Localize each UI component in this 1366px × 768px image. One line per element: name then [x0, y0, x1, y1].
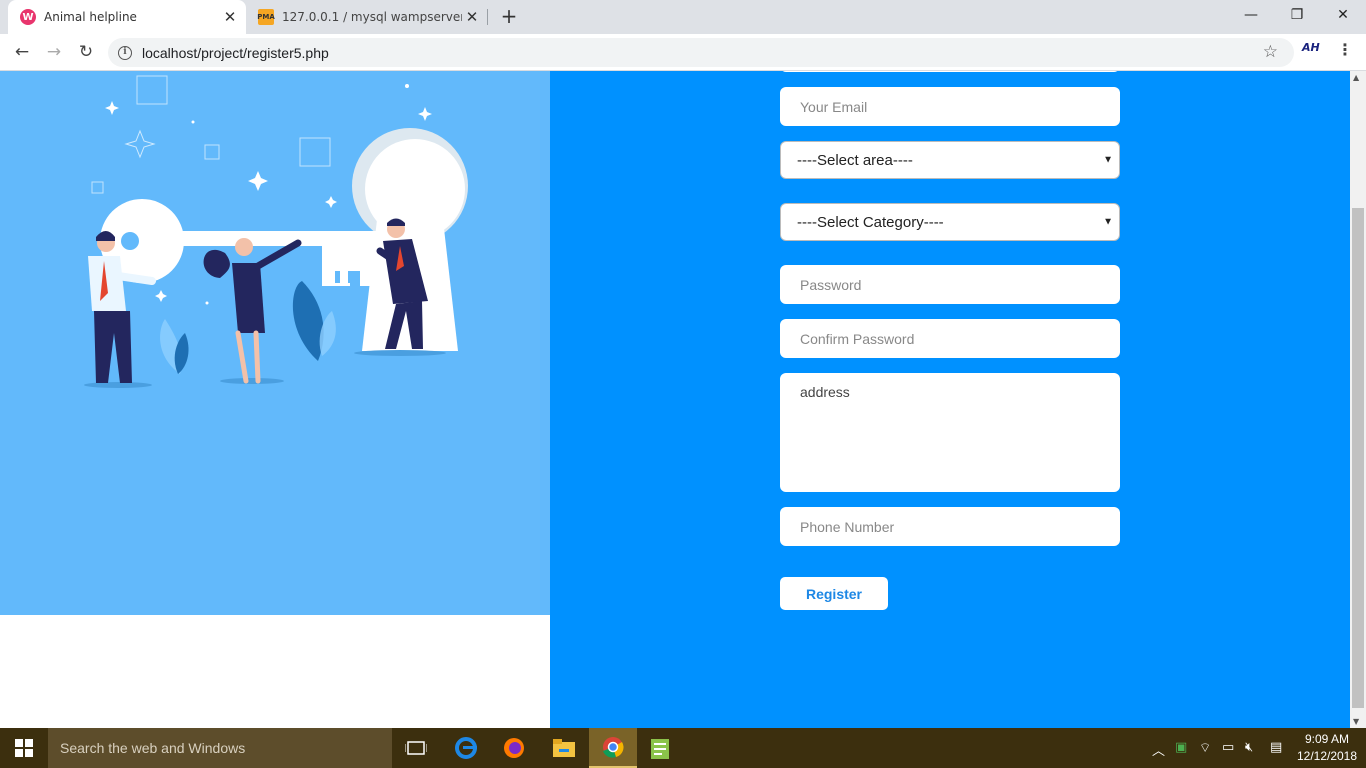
window-close-button[interactable]: ✕ [1320, 0, 1366, 30]
address-bar[interactable]: i localhost/project/register5.php ☆ [108, 38, 1294, 67]
chrome-icon[interactable] [589, 728, 637, 768]
area-select-value: ----Select area---- [797, 151, 913, 169]
bookmark-star-icon[interactable]: ☆ [1263, 42, 1278, 62]
scroll-up-arrow-icon[interactable]: ▲ [1353, 73, 1359, 82]
tab-divider [487, 9, 488, 25]
tray-chevron-up-icon[interactable]: ︿ [1152, 740, 1165, 759]
illustration-panel [0, 71, 550, 615]
file-explorer-icon[interactable] [540, 728, 588, 768]
tab-title: Animal helpline [44, 10, 137, 24]
confirm-password-placeholder: Confirm Password [800, 330, 915, 347]
password-placeholder: Password [800, 276, 862, 293]
clock-time: 9:09 AM [1304, 732, 1350, 746]
address-placeholder: address [800, 384, 850, 400]
forward-arrow-icon[interactable]: → [42, 40, 66, 64]
wamp-tray-icon[interactable]: ▣ [1175, 740, 1187, 755]
taskbar-clock[interactable]: 9:09 AM 12/12/2018 [1294, 731, 1360, 765]
password-field[interactable]: Password [780, 265, 1120, 304]
extension-icon[interactable]: AH [1302, 41, 1320, 54]
key-teamwork-illustration [84, 75, 468, 388]
firefox-icon[interactable] [490, 728, 538, 768]
page-scrollbar[interactable]: ▲ ▼ [1350, 71, 1366, 728]
info-icon[interactable]: i [118, 45, 132, 60]
dropdown-caret-icon: ▼ [1103, 154, 1113, 166]
area-select[interactable]: ----Select area---- ▼ [780, 141, 1120, 179]
page-viewport: Your Email ----Select area---- ▼ ----Sel… [0, 71, 1366, 728]
minimize-button[interactable]: — [1228, 0, 1274, 30]
reload-icon[interactable]: ↻ [74, 40, 98, 64]
wifi-icon[interactable]: ⌔ [1199, 740, 1211, 756]
browser-tab-strip: W Animal helpline ✕ PMA 127.0.0.1 / mysq… [0, 0, 1366, 34]
tab-title: 127.0.0.1 / mysql wampserver / a [282, 10, 462, 24]
phpmyadmin-favicon-icon: PMA [257, 9, 275, 25]
back-arrow-icon[interactable]: ← [10, 40, 34, 64]
email-placeholder: Your Email [800, 98, 868, 115]
category-select-value: ----Select Category---- [797, 213, 944, 231]
scroll-thumb[interactable] [1352, 208, 1364, 708]
email-field[interactable]: Your Email [780, 87, 1120, 126]
phone-number-field[interactable]: Phone Number [780, 507, 1120, 546]
url-text[interactable]: localhost/project/register5.php [142, 45, 329, 61]
browser-toolbar: ← → ↻ i localhost/project/register5.php … [0, 34, 1366, 71]
restore-button[interactable]: ❐ [1274, 0, 1320, 30]
clock-date: 12/12/2018 [1296, 749, 1358, 763]
close-icon[interactable]: ✕ [462, 8, 482, 26]
new-tab-button[interactable]: + [498, 5, 520, 27]
task-view-icon[interactable] [392, 728, 440, 768]
tab-phpmyadmin[interactable]: PMA 127.0.0.1 / mysql wampserver / a ✕ [250, 0, 488, 34]
category-select[interactable]: ----Select Category---- ▼ [780, 203, 1120, 241]
volume-muted-icon[interactable]: 🔇︎ [1245, 740, 1253, 755]
scroll-down-arrow-icon[interactable]: ▼ [1353, 717, 1359, 726]
register-button[interactable]: Register [780, 577, 888, 610]
windows-logo-icon [15, 739, 33, 757]
previous-field-edge[interactable] [780, 71, 1120, 72]
tab-animal-helpline[interactable]: W Animal helpline ✕ [8, 0, 246, 34]
start-button[interactable] [0, 728, 48, 768]
dropdown-caret-icon: ▼ [1103, 216, 1113, 228]
browser-menu-icon[interactable]: ⋮ [1337, 40, 1353, 59]
edge-browser-icon[interactable] [442, 728, 490, 768]
confirm-password-field[interactable]: Confirm Password [780, 319, 1120, 358]
notepad-app-icon[interactable] [637, 728, 685, 768]
battery-icon[interactable]: ▭ [1222, 740, 1234, 755]
windows-taskbar: Search the web and Windows ︿ ▣ ⌔ ▭ 🔇︎ ▤ … [0, 728, 1366, 768]
notification-icon[interactable]: ▤ [1270, 740, 1282, 755]
taskbar-search-input[interactable]: Search the web and Windows [48, 728, 392, 768]
close-icon[interactable]: ✕ [220, 8, 240, 26]
address-textarea[interactable]: address [780, 373, 1120, 492]
phone-placeholder: Phone Number [800, 518, 895, 535]
left-blank-area [0, 615, 550, 728]
wamp-favicon-icon: W [20, 9, 36, 25]
